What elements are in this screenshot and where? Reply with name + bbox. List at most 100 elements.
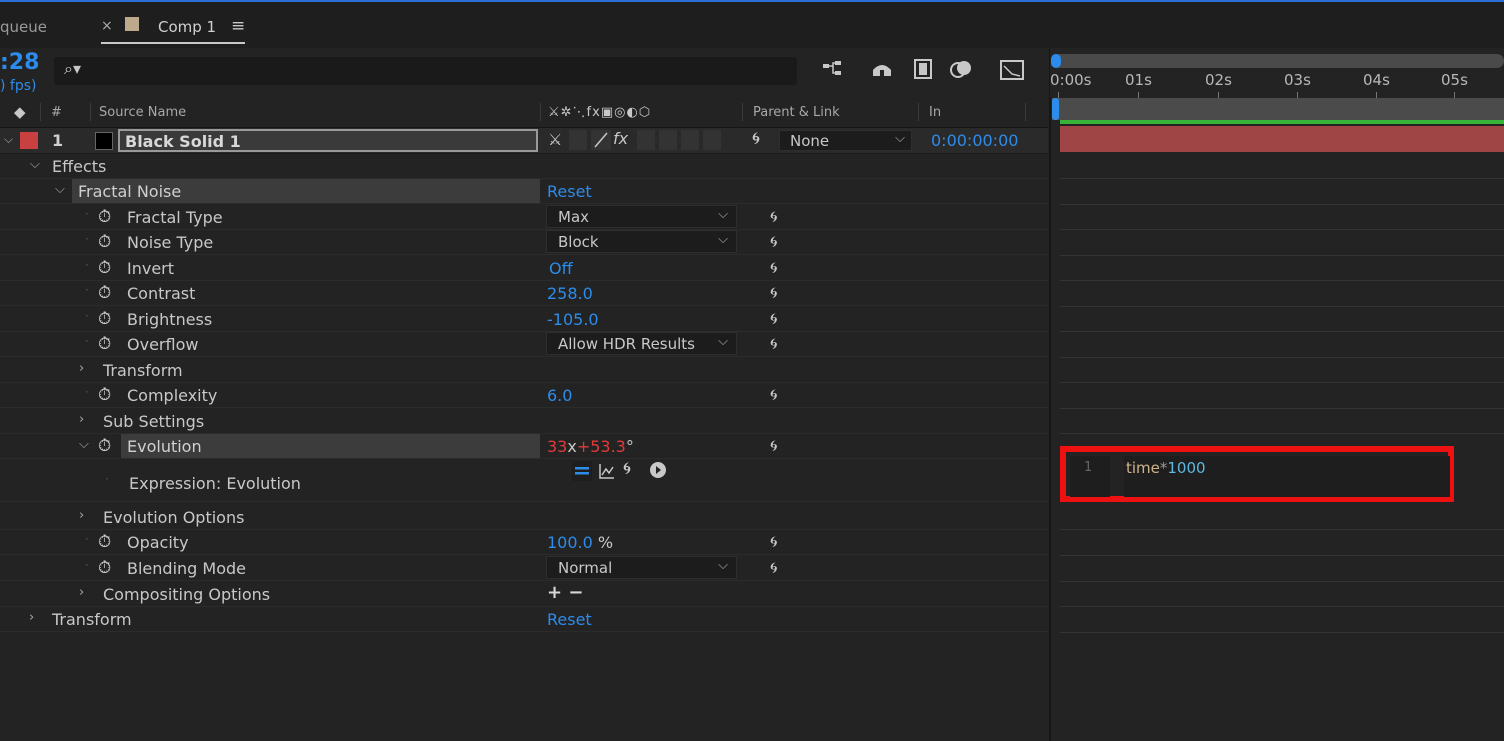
property-row-blending-mode[interactable]: · ⏱ Blending Mode Normal ⌵ 🌀︎ xyxy=(0,556,1048,581)
expression-pickwhip-icon[interactable]: 🌀︎ xyxy=(770,385,778,405)
motion-blur-icon[interactable] xyxy=(948,58,976,84)
comp-flowchart-icon[interactable] xyxy=(820,58,848,84)
opacity-value[interactable]: 100.0 % xyxy=(547,533,613,552)
twirl-closed-icon[interactable]: › xyxy=(79,508,84,523)
noise-type-dropdown[interactable]: Block ⌵ xyxy=(546,230,737,253)
evolution-revolutions[interactable]: 33 xyxy=(547,437,567,456)
stopwatch-icon[interactable]: ⏱ xyxy=(98,532,111,552)
layer-duration-bar[interactable] xyxy=(1060,126,1504,152)
stopwatch-icon[interactable]: ⏱ xyxy=(98,558,111,578)
column-parent-link[interactable]: Parent & Link xyxy=(753,105,840,120)
expression-pickwhip-icon[interactable]: 🌀︎ xyxy=(770,334,778,354)
column-source-name[interactable]: Source Name xyxy=(99,105,186,120)
shy-switch-icon[interactable]: ⚔ xyxy=(548,130,562,149)
property-row-complexity[interactable]: · ⏱ Complexity 6.0 🌀︎ xyxy=(0,383,1048,408)
property-row-fractal-type[interactable]: · ⏱ Fractal Type Max ⌵ 🌀︎ xyxy=(0,205,1048,230)
layer-row[interactable]: ⌵ 1 Black Solid 1 ⚔ fx 🌀︎ None ⌵ 0:00:00… xyxy=(0,128,1048,154)
property-row-opacity[interactable]: · ⏱ Opacity 100.0 % 🌀︎ xyxy=(0,530,1048,555)
fractal-type-dropdown[interactable]: Max ⌵ xyxy=(546,205,737,228)
time-ruler[interactable]: 0:00s 01s 02s 03s 04s 05s xyxy=(1050,48,1504,98)
twirl-closed-icon[interactable]: › xyxy=(29,610,34,625)
expression-pickwhip-icon[interactable]: 🌀︎ xyxy=(770,436,778,456)
property-group-sub-settings[interactable]: › Sub Settings xyxy=(0,409,1048,434)
property-group-evolution-options[interactable]: › Evolution Options xyxy=(0,505,1048,530)
time-navigator-start-handle[interactable] xyxy=(1051,54,1061,68)
effect-name-highlight[interactable]: Fractal Noise xyxy=(72,179,540,203)
playhead[interactable] xyxy=(1052,98,1059,120)
close-tab-icon[interactable]: × xyxy=(101,18,113,34)
blending-mode-dropdown[interactable]: Normal ⌵ xyxy=(546,556,737,579)
tab-comp-1[interactable]: × Comp 1 ≡ xyxy=(101,8,245,44)
time-navigator[interactable] xyxy=(1052,54,1504,68)
shy-layers-icon[interactable] xyxy=(868,58,896,84)
column-number[interactable]: # xyxy=(51,105,62,120)
expression-pickwhip-icon[interactable]: 🌀︎ xyxy=(770,309,778,329)
property-group-compositing-options[interactable]: › Compositing Options + − xyxy=(0,582,1048,607)
stopwatch-icon[interactable]: ⏱ xyxy=(98,232,111,252)
expression-language-menu-icon[interactable] xyxy=(649,461,667,483)
expression-pickwhip-icon[interactable]: 🌀︎ xyxy=(770,532,778,552)
fx-switch-icon[interactable]: fx xyxy=(613,129,628,148)
twirl-open-icon[interactable]: ⌵ xyxy=(79,437,89,452)
property-row-noise-type[interactable]: · ⏱ Noise Type Block ⌵ 🌀︎ xyxy=(0,230,1048,255)
parent-pickwhip-icon[interactable]: 🌀︎ xyxy=(752,129,760,149)
collapse-switch[interactable] xyxy=(569,130,587,150)
add-remove-mask-buttons[interactable]: + − xyxy=(547,582,583,603)
stopwatch-icon[interactable]: ⏱ xyxy=(98,207,111,227)
layer-transform-row[interactable]: › Transform Reset xyxy=(0,607,1048,632)
expression-pickwhip-icon[interactable]: 🌀︎ xyxy=(770,258,778,278)
contrast-value[interactable]: 258.0 xyxy=(547,284,593,303)
layer-name-field[interactable]: Black Solid 1 xyxy=(118,129,538,152)
layer-in-time[interactable]: 0:00:00:00 xyxy=(931,131,1018,150)
graph-icon[interactable] xyxy=(597,461,617,485)
evolution-value[interactable]: 33x+53.3° xyxy=(547,437,634,456)
effect-reset-button[interactable]: Reset xyxy=(547,182,592,201)
work-area-bar[interactable] xyxy=(1052,98,1504,120)
twirl-open-icon[interactable]: ⌵ xyxy=(4,132,13,147)
expression-pickwhip-icon[interactable]: 🌀︎ xyxy=(770,207,778,227)
expression-pickwhip-icon[interactable]: 🌀︎ xyxy=(770,283,778,303)
stopwatch-icon[interactable]: ⏱ xyxy=(98,309,111,329)
frame-blending-icon[interactable] xyxy=(910,58,938,84)
stopwatch-icon[interactable]: ⏱ xyxy=(98,385,111,405)
expression-pickwhip-icon[interactable]: 🌀︎ xyxy=(623,459,631,479)
frame-blend-switch[interactable] xyxy=(637,130,655,150)
evolution-highlight[interactable]: Evolution xyxy=(121,434,540,458)
property-row-evolution[interactable]: ⌵ ⏱ Evolution 33x+53.3° 🌀︎ xyxy=(0,434,1048,459)
parent-dropdown[interactable]: None ⌵ xyxy=(779,130,912,151)
stopwatch-icon[interactable]: ⏱ xyxy=(98,283,111,303)
label-tag-icon[interactable]: ◆ xyxy=(14,103,26,121)
twirl-closed-icon[interactable]: › xyxy=(79,585,84,600)
graph-editor-icon[interactable] xyxy=(998,58,1026,84)
twirl-closed-icon[interactable]: › xyxy=(79,412,84,427)
expression-editor[interactable]: 1 time*1000 xyxy=(1060,446,1454,502)
twirl-closed-icon[interactable]: › xyxy=(79,361,84,376)
brightness-value[interactable]: -105.0 xyxy=(547,310,599,329)
property-row-overflow[interactable]: · ⏱ Overflow Allow HDR Results ⌵ 🌀︎ xyxy=(0,332,1048,357)
quality-switch[interactable] xyxy=(591,130,611,150)
property-row-invert[interactable]: · ⏱ Invert Off 🌀︎ xyxy=(0,256,1048,281)
layer-label-color[interactable] xyxy=(20,132,38,149)
motion-blur-switch[interactable] xyxy=(659,130,677,150)
expression-pickwhip-icon[interactable]: 🌀︎ xyxy=(770,558,778,578)
search-input[interactable]: ⌕▾ xyxy=(54,57,797,85)
panel-menu-icon[interactable]: ≡ xyxy=(231,16,245,36)
enable-expression-icon[interactable] xyxy=(572,461,592,481)
adjustment-switch[interactable] xyxy=(681,130,699,150)
current-time-display[interactable]: :28 xyxy=(0,50,39,75)
switches-column-icons[interactable]: ⚔✲⋱fx▣◎◐⬡ xyxy=(548,105,651,120)
expression-pickwhip-icon[interactable]: 🌀︎ xyxy=(770,232,778,252)
evolution-degrees[interactable]: +53.3 xyxy=(577,437,626,456)
expression-code[interactable]: time*1000 xyxy=(1124,456,1450,497)
complexity-value[interactable]: 6.0 xyxy=(547,386,572,405)
3d-layer-switch[interactable] xyxy=(703,130,721,150)
stopwatch-icon[interactable]: ⏱ xyxy=(98,258,111,278)
twirl-open-icon[interactable]: ⌵ xyxy=(30,157,40,172)
column-in[interactable]: In xyxy=(929,105,941,120)
property-row-brightness[interactable]: · ⏱ Brightness -105.0 🌀︎ xyxy=(0,307,1048,332)
twirl-open-icon[interactable]: ⌵ xyxy=(55,182,65,197)
stopwatch-icon[interactable]: ⏱ xyxy=(98,334,111,354)
property-row-contrast[interactable]: · ⏱ Contrast 258.0 🌀︎ xyxy=(0,281,1048,306)
render-queue-tab[interactable]: queue xyxy=(0,18,47,36)
effects-group-row[interactable]: ⌵ Effects xyxy=(0,154,1048,179)
